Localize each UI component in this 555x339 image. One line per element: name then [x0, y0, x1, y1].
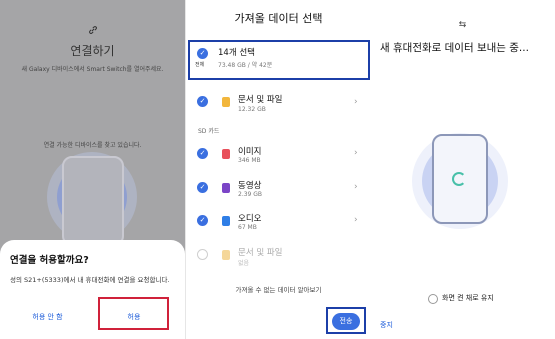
item-name: 오디오 [238, 214, 262, 224]
item-checkbox[interactable]: ✓ [197, 182, 208, 193]
instruction-text: 새 Galaxy 디바이스에서 Smart Switch를 열어주세요. [21, 66, 164, 73]
send-highlight-box [326, 307, 366, 334]
transfer-arrows-icon: ⇆ [458, 20, 467, 30]
item-size: 2.39 GB [238, 191, 263, 198]
document-icon [222, 97, 230, 107]
video-icon [222, 183, 230, 193]
item-size: 346 MB [238, 157, 261, 164]
image-icon [222, 149, 230, 159]
page-title: 연결하기 [70, 44, 115, 58]
section-header: SD 카드 [198, 128, 220, 135]
chevron-right-icon: › [354, 148, 358, 158]
item-checkbox[interactable]: ✓ [197, 148, 208, 159]
item-checkbox[interactable]: ✓ [197, 215, 208, 226]
chevron-right-icon: › [354, 182, 358, 192]
link-icon [0, 20, 185, 39]
item-name: 동영상 [238, 181, 262, 191]
chevron-right-icon: › [354, 97, 358, 107]
item-checkbox[interactable]: ✓ [197, 96, 208, 107]
item-name: 이미지 [238, 147, 262, 157]
transfer-panel: ⇆ 새 휴대전화로 데이터 보내는 중... 화면 켠 채로 유지 중지 [370, 0, 555, 339]
connect-panel: 연결하기 새 Galaxy 디바이스에서 Smart Switch를 열어주세요… [0, 0, 185, 339]
music-note-icon [222, 216, 230, 226]
loading-spinner-icon [452, 172, 466, 186]
item-checkbox [197, 249, 208, 260]
stop-button[interactable]: 중지 [380, 320, 393, 330]
item-size: 67 MB [238, 224, 257, 231]
keep-screen-on-radio[interactable] [428, 294, 438, 304]
keep-screen-on-label: 화면 켠 채로 유지 [442, 294, 494, 302]
searching-status: 연결 가능한 디바이스를 찾고 있습니다. [43, 142, 142, 149]
unavailable-data-link[interactable]: 가져올 수 없는 데이터 알아보기 [186, 284, 371, 294]
item-size: 없음 [238, 260, 250, 267]
item-name: 문서 및 파일 [238, 95, 283, 105]
select-all-highlight-box [188, 40, 370, 80]
dialog-message: 성의 S21+(5333)에서 내 휴대전화에 연결을 요청합니다. [10, 276, 170, 284]
page-title: 새 휴대전화로 데이터 보내는 중... [380, 42, 529, 54]
deny-button[interactable]: 허용 안 함 [10, 312, 85, 322]
select-data-panel: 가져올 데이터 선택 ✓ 전체 14개 선택 73.48 GB / 약 42분 … [185, 0, 371, 339]
allow-highlight-box [98, 297, 169, 330]
page-title: 가져올 데이터 선택 [234, 12, 323, 25]
item-name: 문서 및 파일 [238, 248, 283, 258]
item-size: 12.32 GB [238, 106, 266, 113]
dialog-title: 연결을 허용할까요? [10, 255, 89, 266]
document-icon [222, 250, 230, 260]
chevron-right-icon: › [354, 215, 358, 225]
